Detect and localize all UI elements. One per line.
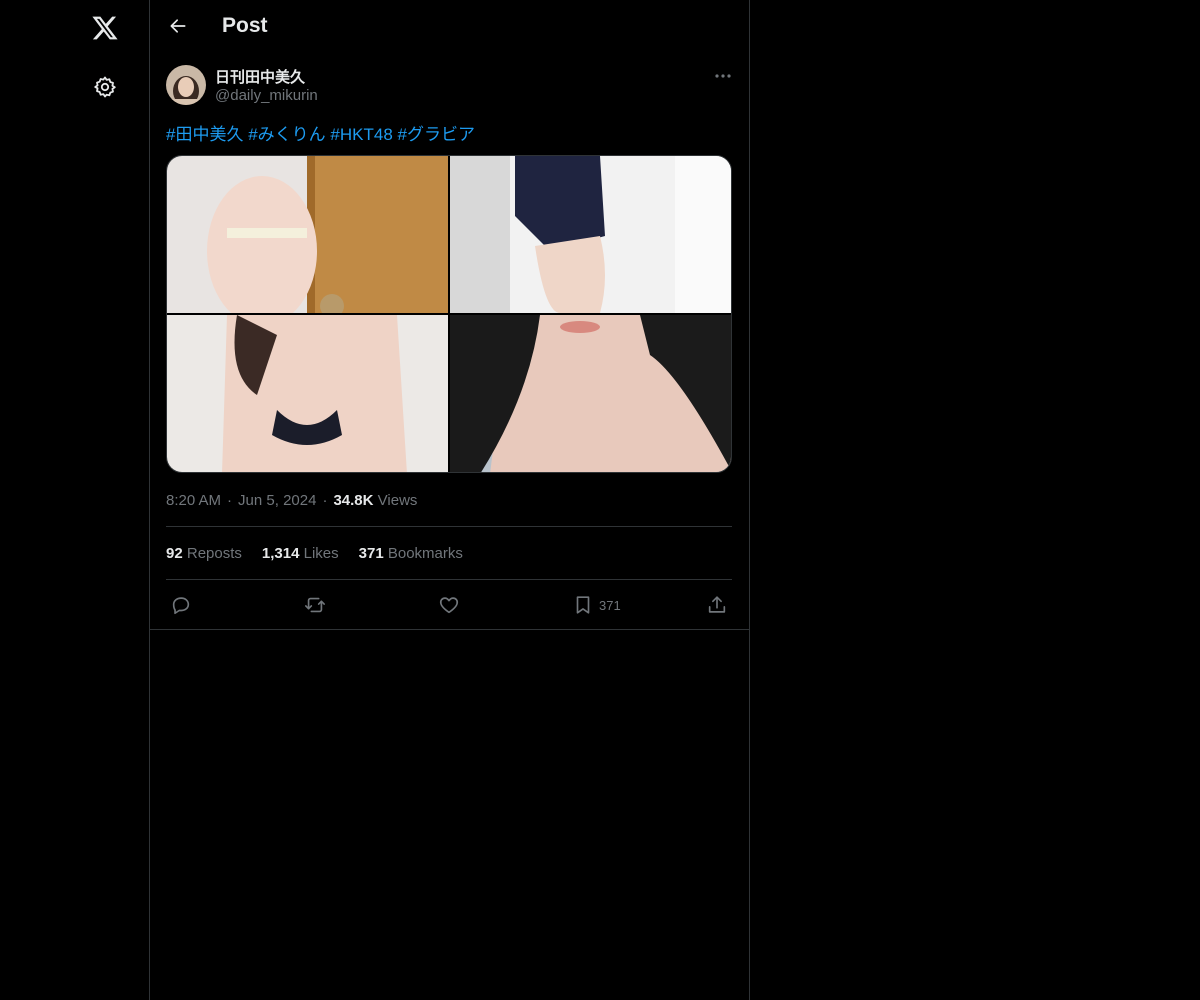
- likes-count: 1,314: [261, 545, 300, 562]
- bookmarks-label: Bookmarks: [387, 545, 463, 562]
- more-dots-icon: [715, 74, 731, 78]
- main-column: Post 日刊田中美久 @daily_mikurin #田中美久 #みくりん #…: [149, 0, 750, 1000]
- likes-stat[interactable]: 1,314 Likes: [262, 545, 339, 562]
- reposts-label: Reposts: [186, 545, 242, 562]
- post-stats: 92 Reposts 1,314 Likes 371 Bookmarks: [166, 545, 463, 562]
- left-nav: [0, 0, 149, 1000]
- avatar[interactable]: [166, 65, 206, 105]
- bookmark-count: 371: [599, 597, 621, 613]
- more-button[interactable]: [706, 62, 740, 90]
- share-icon: [708, 596, 726, 613]
- likes-label: Likes: [303, 545, 339, 562]
- share-button[interactable]: [706, 592, 728, 618]
- repost-button[interactable]: [304, 592, 326, 618]
- hashtag-link[interactable]: #田中美久: [166, 125, 243, 144]
- reply-button[interactable]: [170, 592, 192, 618]
- reposts-count: 92: [166, 545, 183, 562]
- reply-icon: [172, 597, 190, 615]
- divider: [166, 526, 732, 527]
- divider: [166, 579, 732, 580]
- media-photo[interactable]: [167, 315, 448, 472]
- separator: ·: [322, 492, 328, 509]
- page-title: Post: [222, 14, 268, 37]
- separator: ·: [227, 492, 233, 509]
- bookmarks-stat[interactable]: 371 Bookmarks: [359, 545, 463, 562]
- post: 日刊田中美久 @daily_mikurin #田中美久 #みくりん #HKT48…: [150, 54, 749, 630]
- media-grid: [166, 155, 732, 473]
- hashtag-link[interactable]: #HKT48: [330, 125, 392, 144]
- author-handle[interactable]: @daily_mikurin: [215, 87, 318, 104]
- post-date[interactable]: Jun 5, 2024: [238, 492, 316, 509]
- views-label: Views: [377, 492, 418, 509]
- post-header: Post: [150, 0, 749, 54]
- like-button[interactable]: [438, 592, 460, 618]
- hashtag-link[interactable]: #グラビア: [398, 125, 475, 144]
- media-photo[interactable]: [450, 315, 731, 472]
- bookmarks-count: 371: [358, 545, 384, 562]
- heart-icon: [439, 597, 459, 614]
- hashtag-link[interactable]: #みくりん: [248, 125, 325, 144]
- action-bar: 371: [150, 588, 749, 622]
- bookmark-button[interactable]: 371: [572, 592, 621, 618]
- arrow-left-icon: [170, 19, 186, 33]
- gear-icon[interactable]: [83, 65, 127, 109]
- media-photo[interactable]: [167, 156, 448, 313]
- reposts-stat[interactable]: 92 Reposts: [166, 545, 242, 562]
- post-text: #田中美久 #みくりん #HKT48 #グラビア: [166, 120, 475, 145]
- post-meta: 8:20 AM · Jun 5, 2024 · 34.8K Views: [166, 492, 417, 509]
- views-count: 34.8K: [333, 492, 374, 509]
- post-time[interactable]: 8:20 AM: [166, 492, 221, 509]
- repost-icon: [305, 597, 325, 613]
- back-button[interactable]: [160, 8, 196, 44]
- bookmark-icon: [576, 596, 590, 614]
- media-photo[interactable]: [450, 156, 731, 313]
- x-logo-icon[interactable]: [83, 6, 127, 50]
- author-name[interactable]: 日刊田中美久: [215, 66, 305, 87]
